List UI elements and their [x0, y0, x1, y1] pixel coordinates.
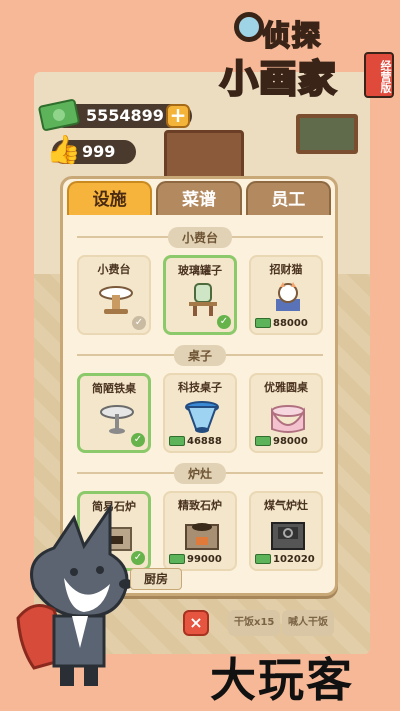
item-name: 招财猫	[269, 263, 303, 276]
item-card-fine-stove[interactable]: 精致石炉 99000	[163, 491, 237, 571]
cash-icon	[169, 436, 185, 446]
logo-line2: 小画家	[219, 56, 338, 103]
check-icon: ✓	[132, 316, 146, 330]
item-card-lucky-cat[interactable]: 招财猫 88000	[249, 255, 323, 335]
wolf-chef-character	[14, 498, 140, 694]
wolf-character-art	[16, 503, 133, 686]
item-row: 简陋铁桌 ✓ 科技桌子 46888 优雅圆桌 98000	[77, 373, 323, 453]
round-table-icon	[271, 405, 305, 433]
item-name: 小费台	[97, 263, 131, 276]
check-icon: ✓	[217, 315, 231, 329]
cash-icon	[169, 554, 185, 564]
item-card-gas-stove[interactable]: 煤气炉灶 102020	[249, 491, 323, 571]
close-button[interactable]: ×	[183, 610, 209, 636]
price-value: 99000	[187, 553, 222, 565]
item-row: 小费台 ✓ 玻璃罐子 ✓ 招财猫 88000	[77, 255, 323, 335]
section-title: 桌子	[173, 345, 227, 366]
thumbs-up-icon: 👍	[46, 133, 81, 166]
price-value: 102020	[273, 553, 315, 565]
tip-stand-icon	[99, 286, 133, 314]
section-title: 炉灶	[173, 463, 227, 484]
section-header: 桌子	[77, 345, 323, 366]
section-title: 小费台	[167, 227, 233, 248]
item-name: 煤气炉灶	[264, 499, 308, 512]
tab-recipes[interactable]: 菜谱	[156, 181, 242, 215]
item-card-tip-stand[interactable]: 小费台 ✓	[77, 255, 151, 335]
tech-table-icon	[185, 401, 219, 433]
price-tag: 88000	[255, 316, 317, 330]
logo-badge: 经营版	[364, 52, 394, 98]
item-name: 简陋铁桌	[92, 382, 136, 395]
item-card-tech-table[interactable]: 科技桌子 46888	[163, 373, 237, 453]
call-to-eat-button[interactable]: 喊人干饭	[282, 610, 334, 636]
lucky-cat-icon	[276, 282, 300, 311]
item-name: 科技桌子	[178, 381, 222, 394]
item-name: 优雅圆桌	[264, 381, 308, 394]
price-tag: 99000	[169, 552, 231, 566]
game-logo: 侦探 小画家 经营版	[214, 8, 398, 103]
tab-facilities[interactable]: 设施	[67, 181, 153, 215]
feed-x15-button[interactable]: 干饭x15	[228, 610, 281, 636]
fine-stove-icon	[185, 523, 219, 550]
iron-table-icon	[100, 405, 134, 434]
price-value: 88000	[273, 317, 308, 329]
item-name: 玻璃罐子	[178, 264, 222, 277]
watermark: 大玩客	[210, 653, 354, 707]
likes-value: 999	[82, 142, 116, 161]
section-header: 小费台	[77, 227, 323, 248]
wall-picture	[296, 114, 358, 154]
cash-icon	[255, 554, 271, 564]
cash-icon	[255, 318, 271, 328]
section-header: 炉灶	[77, 463, 323, 484]
money-value: 5554899	[86, 106, 164, 125]
price-tag: 98000	[255, 434, 317, 448]
tab-staff[interactable]: 员工	[245, 181, 331, 215]
check-icon: ✓	[131, 433, 145, 447]
magnifier-icon	[234, 12, 264, 42]
price-value: 46888	[187, 435, 222, 447]
price-value: 98000	[273, 435, 308, 447]
item-card-glass-jar[interactable]: 玻璃罐子 ✓	[163, 255, 237, 335]
item-name: 精致石炉	[178, 499, 222, 512]
kitchen-label: 厨房	[130, 568, 182, 590]
cash-icon	[255, 436, 271, 446]
item-card-elegant-round-table[interactable]: 优雅圆桌 98000	[249, 373, 323, 453]
add-money-button[interactable]: +	[166, 104, 190, 128]
item-card-iron-table[interactable]: 简陋铁桌 ✓	[77, 373, 151, 453]
gas-stove-icon	[271, 522, 305, 550]
glass-jar-icon	[189, 283, 217, 316]
tab-bar: 设施 菜谱 员工	[67, 181, 331, 217]
price-tag: 46888	[169, 434, 231, 448]
price-tag: 102020	[255, 552, 317, 566]
